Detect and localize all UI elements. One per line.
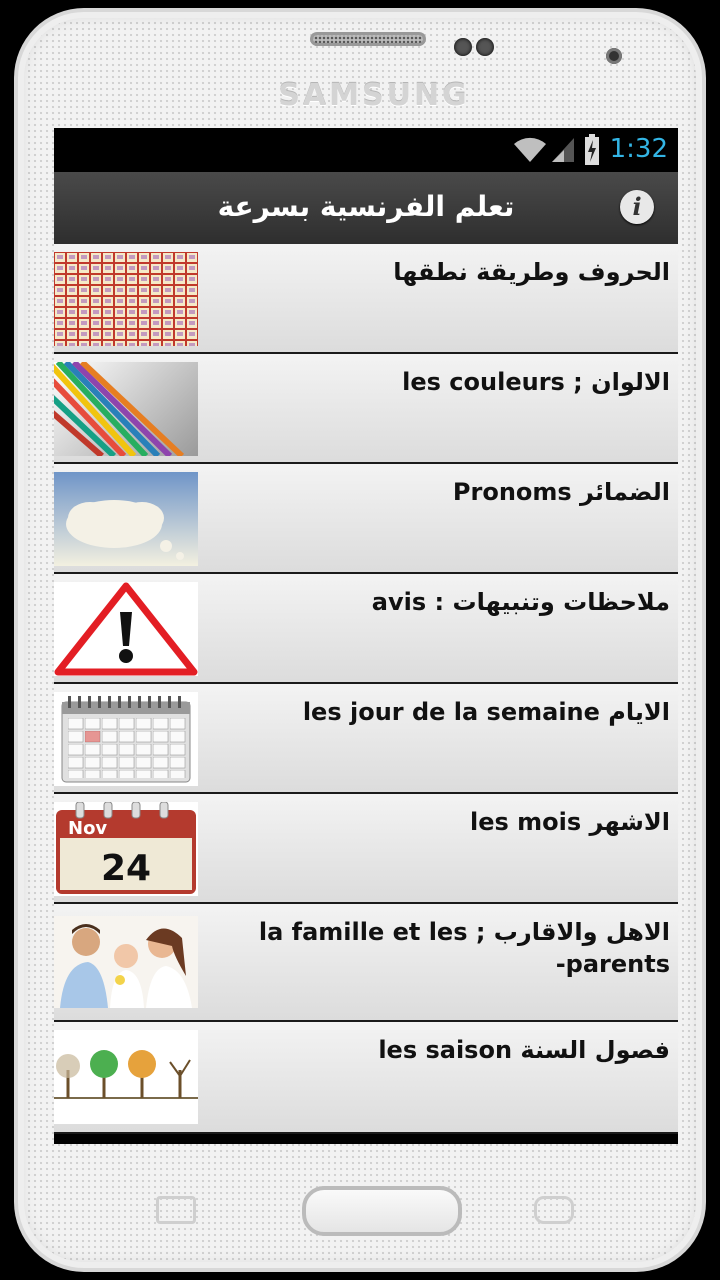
front-camera — [606, 48, 622, 64]
info-icon[interactable]: i — [620, 190, 654, 224]
battery-charging-icon — [585, 134, 599, 165]
seasons-trees-thumb — [54, 1030, 198, 1124]
colored-pencils-thumb — [54, 362, 198, 456]
proximity-sensor — [454, 38, 472, 56]
alphabet-grid-thumb — [54, 252, 198, 346]
home-button[interactable] — [302, 1186, 462, 1236]
list-item-family[interactable]: الاهل والاقارب ; la famille et les paren… — [54, 904, 678, 1022]
calendar-page-thumb: Nov 24 — [54, 802, 198, 896]
family-photo-thumb — [54, 916, 198, 1008]
list-item-label: الالوان ; les couleurs — [402, 368, 670, 396]
list-item-seasons[interactable]: فصول السنة les saison — [54, 1022, 678, 1134]
list-item-label: الاهل والاقارب ; la famille et les paren… — [258, 918, 670, 978]
signal-icon — [552, 138, 574, 162]
list-item-pronouns[interactable]: الضمائر Pronoms — [54, 464, 678, 574]
back-key[interactable] — [534, 1196, 574, 1224]
calendar-day: 24 — [101, 848, 151, 889]
list-item-months[interactable]: Nov 24 الاشهر les mois — [54, 794, 678, 904]
recent-apps-key[interactable] — [156, 1196, 196, 1224]
list-item-label: الايام les jour de la semaine — [302, 698, 670, 726]
list-item-label: الضمائر Pronoms — [452, 478, 670, 506]
list-item-notes[interactable]: ملاحظات وتنبيهات : avis — [54, 574, 678, 684]
light-sensor — [476, 38, 494, 56]
list-item-days[interactable]: الايام les jour de la semaine — [54, 684, 678, 794]
list-item-letters[interactable]: الحروف وطريقة نطقها — [54, 244, 678, 354]
list-item-colors[interactable]: الالوان ; les couleurs — [54, 354, 678, 464]
list-item-label: الحروف وطريقة نطقها — [393, 258, 670, 286]
app-title: تعلم الفرنسية بسرعة — [217, 190, 515, 223]
list-item-label: فصول السنة les saison — [378, 1036, 670, 1064]
calendar-grid-thumb — [54, 692, 198, 786]
warning-sign-thumb — [54, 582, 198, 676]
list-item-label: الاشهر les mois — [470, 808, 670, 836]
thought-cloud-thumb — [54, 472, 198, 566]
earpiece-speaker — [310, 32, 426, 46]
lesson-list: الحروف وطريقة نطقها الالوان ; les couleu… — [54, 244, 678, 1134]
screen: 1:32 تعلم الفرنسية بسرعة i الحروف وطريقة — [54, 128, 678, 1144]
action-bar: تعلم الفرنسية بسرعة i — [54, 172, 678, 244]
status-time: 1:32 — [609, 134, 668, 164]
status-bar: 1:32 — [54, 128, 678, 172]
wifi-icon — [514, 137, 546, 162]
calendar-month: Nov — [68, 818, 107, 839]
list-item-label: ملاحظات وتنبيهات : avis — [371, 588, 670, 616]
brand-logo: SAMSUNG — [278, 78, 470, 113]
